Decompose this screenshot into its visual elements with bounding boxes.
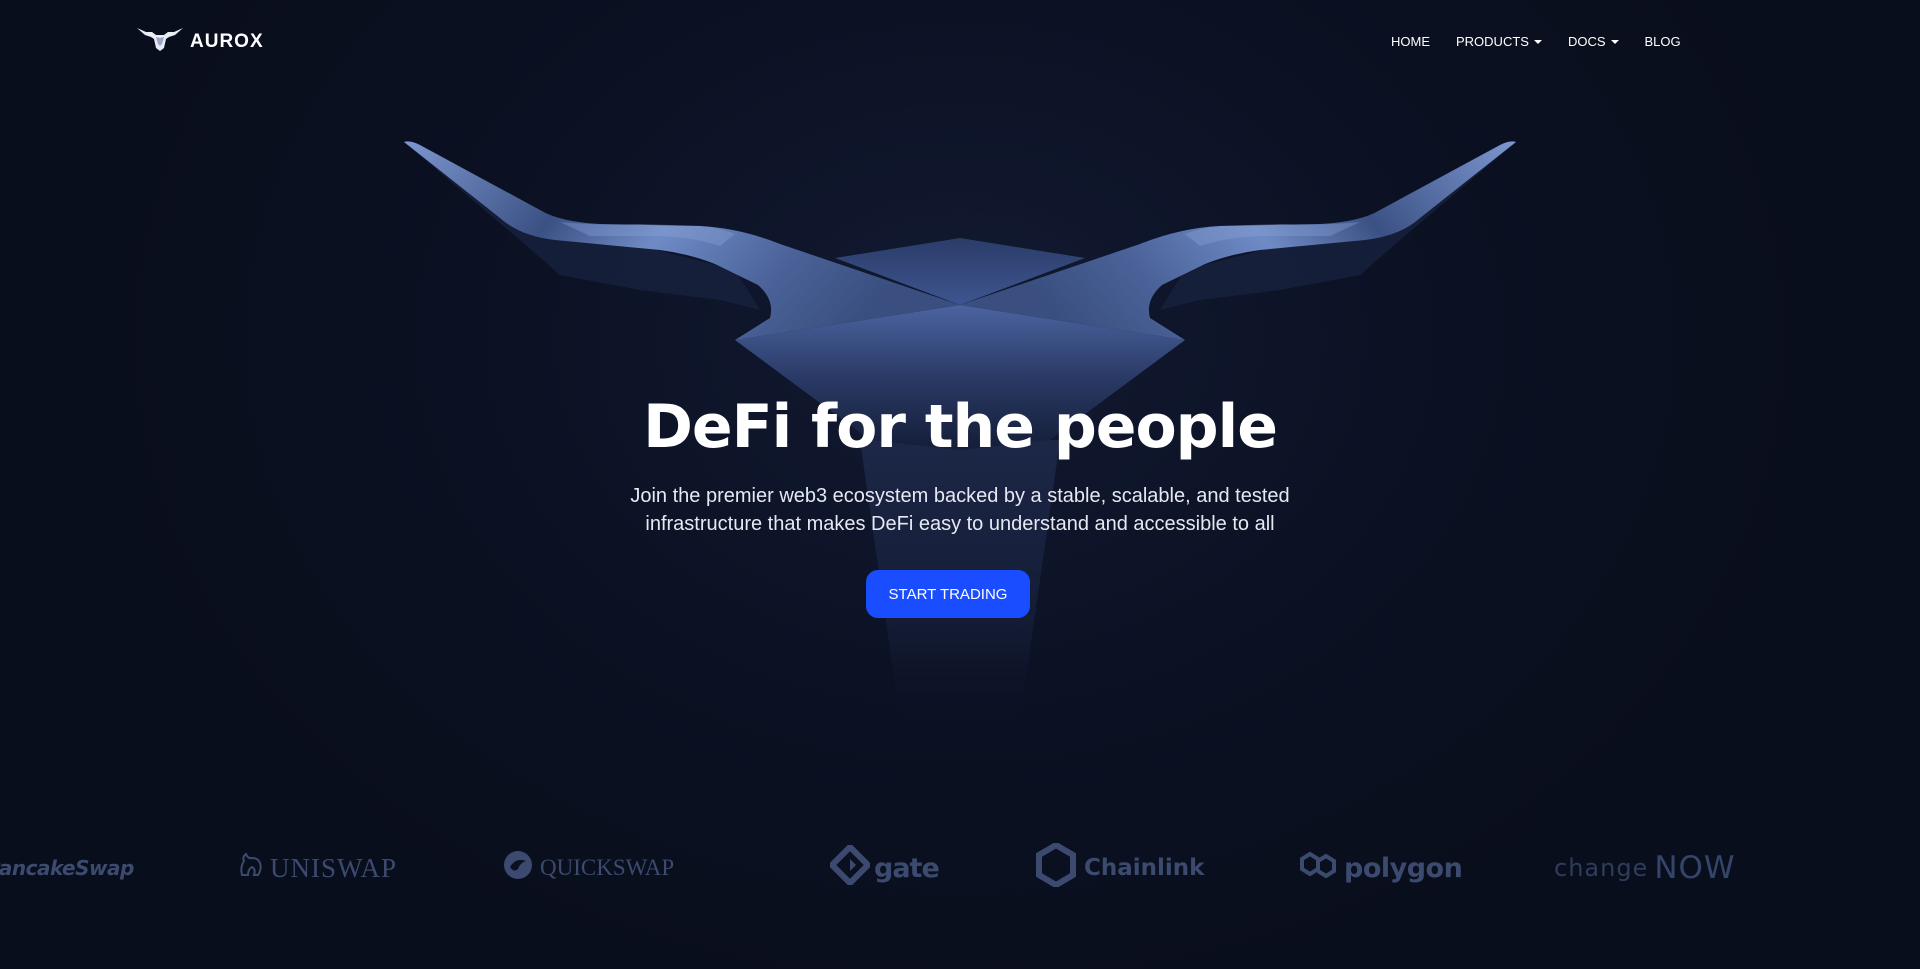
nav-home[interactable]: HOME (1391, 34, 1430, 49)
partner-uniswap: UNISWAP (236, 840, 397, 896)
brand-logo[interactable]: AUROX (136, 26, 264, 57)
polygon-icon (1298, 847, 1338, 890)
hero-subtitle-line-1: Join the premier web3 ecosystem backed b… (630, 485, 1290, 507)
nav-blog[interactable]: BLOG (1645, 34, 1681, 49)
nav-products[interactable]: PRODUCTS (1456, 34, 1542, 49)
gate-icon (827, 842, 873, 892)
hero-title: DeFi for the people (643, 392, 1278, 462)
start-trading-button[interactable]: START TRADING (866, 570, 1030, 618)
chainlink-label: Chainlink (1084, 855, 1205, 881)
main-nav: HOME PRODUCTS DOCS BLOG (1391, 34, 1681, 49)
partner-quickswap: QUICKSWAP (502, 840, 674, 896)
pancakeswap-label: PancakeSwap (0, 856, 134, 880)
nav-docs[interactable]: DOCS (1568, 34, 1619, 49)
hero-subtitle: Join the premier web3 ecosystem backed b… (560, 482, 1360, 538)
hero-subtitle-line-2: infrastructure that makes DeFi easy to u… (645, 513, 1275, 535)
partner-polygon: polygon (1298, 840, 1463, 896)
brand-name: AUROX (190, 30, 264, 52)
nav-home-label: HOME (1391, 34, 1430, 49)
uniswap-label: UNISWAP (270, 852, 398, 883)
nav-products-label: PRODUCTS (1456, 34, 1529, 49)
partner-logos: PancakeSwap UNISWAP QUICKSWAP gate Chain… (0, 840, 1920, 900)
quickswap-dragon-icon (502, 849, 534, 887)
partner-pancakeswap: PancakeSwap (0, 840, 134, 896)
partner-chainlink: Chainlink (1036, 840, 1204, 896)
nav-blog-label: BLOG (1644, 34, 1681, 49)
changenow-label-b: NOW (1654, 850, 1736, 886)
partner-changenow: change NOW (1554, 840, 1736, 896)
changenow-label-a: change (1554, 854, 1649, 882)
polygon-label: polygon (1344, 852, 1463, 884)
gate-label: gate (874, 852, 940, 884)
caret-down-icon (1610, 39, 1619, 44)
uniswap-unicorn-icon (236, 851, 264, 886)
nav-docs-label: DOCS (1567, 34, 1606, 49)
chainlink-hexagon-icon (1036, 841, 1076, 893)
quickswap-label: QUICKSWAP (540, 855, 675, 880)
caret-down-icon (1533, 39, 1542, 44)
bull-logo-icon (136, 26, 184, 57)
partner-gate: gate (827, 840, 940, 896)
